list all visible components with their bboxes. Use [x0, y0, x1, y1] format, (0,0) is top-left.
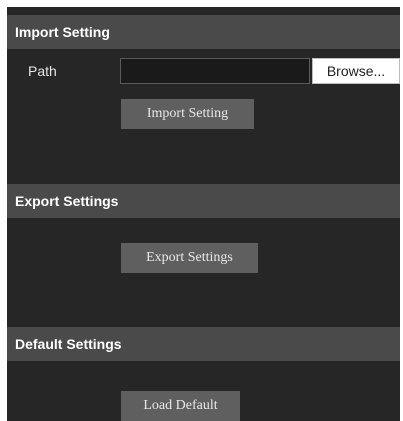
load-default-button[interactable]: Load Default	[121, 391, 240, 421]
path-label: Path	[28, 63, 57, 79]
export-settings-button[interactable]: Export Settings	[121, 243, 258, 273]
browse-button[interactable]: Browse...	[312, 58, 400, 84]
default-settings-header: Default Settings	[7, 327, 400, 361]
import-setting-header: Import Setting	[7, 15, 400, 49]
import-setting-button[interactable]: Import Setting	[121, 99, 254, 129]
path-input[interactable]	[120, 58, 310, 84]
settings-panel: Import Setting Path Browse... Import Set…	[7, 7, 400, 421]
export-settings-header: Export Settings	[7, 184, 400, 218]
